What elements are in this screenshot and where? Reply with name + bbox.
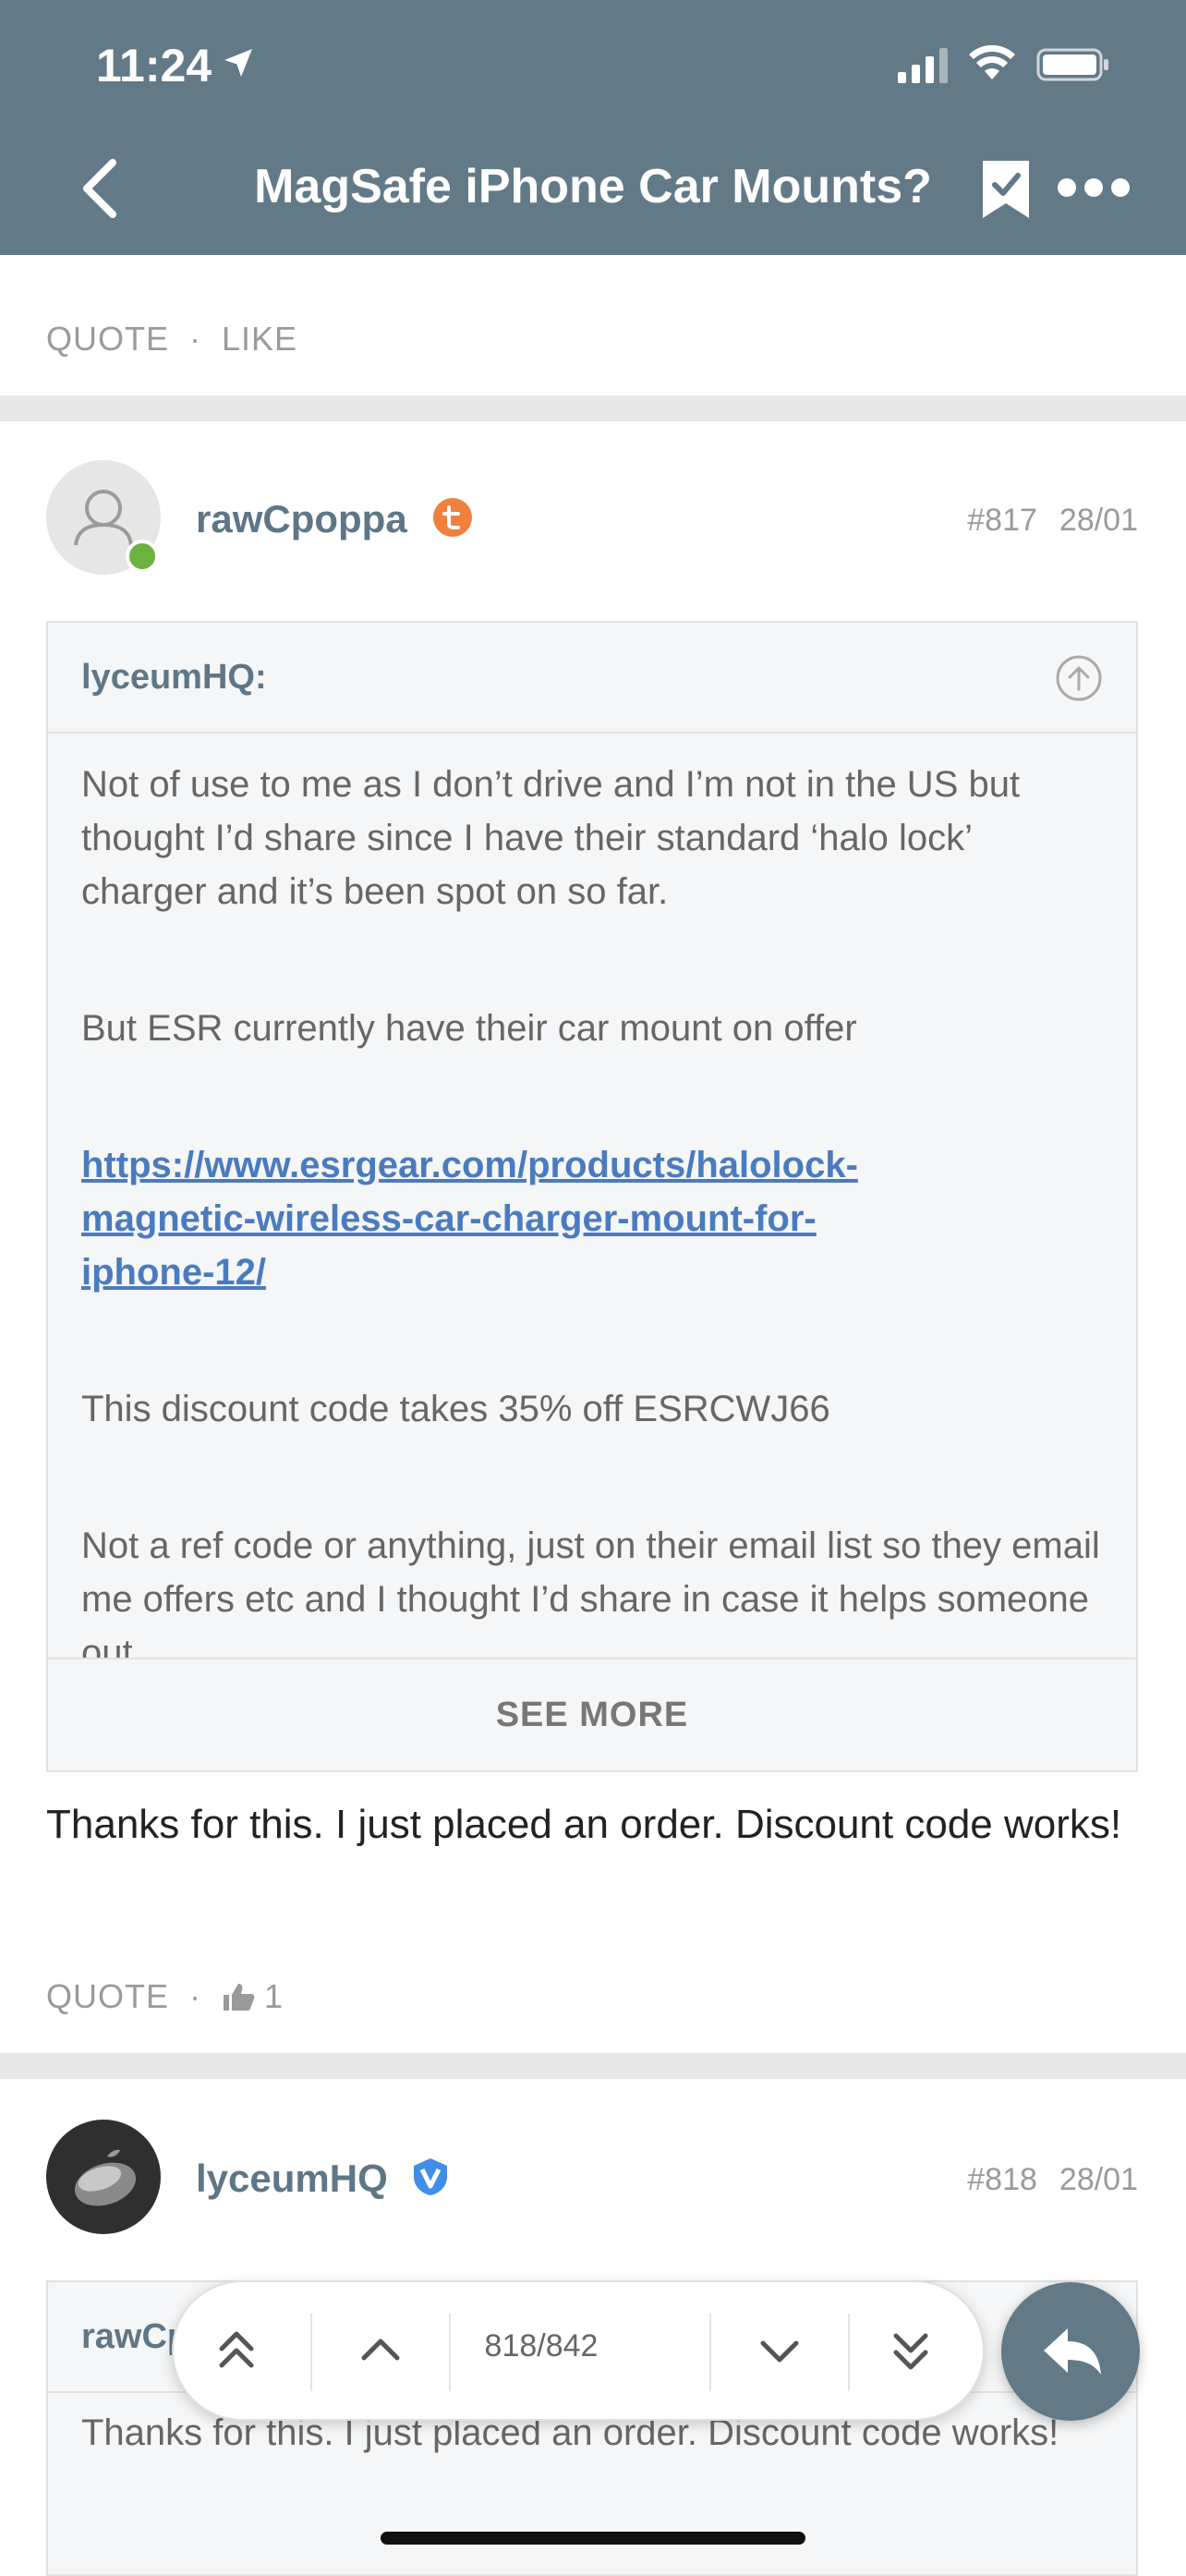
see-more-button[interactable]: SEE MORE [48,1658,1136,1770]
post-username[interactable]: rawCpoppa [196,497,407,541]
quote-paragraph: This discount code takes 35% off ESRCWJ6… [81,1389,830,1429]
post-date: 28/01 [1059,503,1138,538]
quote-paragraph: Not a ref code or anything, just on thei… [81,1525,1100,1658]
post-navigator: 818/842 [172,2280,985,2421]
separator: · [189,1977,202,2015]
quote-link[interactable]: https://www.esrgear.com/products/haloloc… [81,1138,1103,1299]
separator: · [189,320,202,358]
home-indicator [381,2532,805,2545]
battery-icon [1036,48,1108,81]
quote-body: Not of use to me as I don’t drive and I’… [48,734,1136,1658]
post-body: Thanks for this. I just placed an order.… [46,1802,1122,1847]
post-actions: QUOTE · 1 [46,1977,284,2016]
quote-header: lyceumHQ: [48,623,1136,734]
previous-post-icon[interactable] [312,2282,449,2419]
post-username[interactable]: lyceumHQ [196,2157,388,2201]
post-number[interactable]: #818 [967,2162,1037,2197]
post-meta: #817 28/01 [967,503,1138,539]
thumbs-up-icon[interactable] [222,1982,255,2011]
quote-author[interactable]: lyceumHQ: [81,658,267,698]
quote-paragraph: But ESR currently have their car mount o… [81,1008,857,1049]
verified-badge-icon [414,2158,447,2195]
jump-to-last-icon[interactable] [848,2282,985,2419]
post-divider [0,2053,1186,2079]
reply-button[interactable] [1001,2282,1140,2421]
post-position[interactable]: 818/842 [449,2328,634,2364]
apple-logo-icon [74,2149,137,2206]
post-actions: QUOTE · LIKE [46,320,297,358]
reply-arrow-icon [1044,2328,1101,2375]
status-time: 11:24 [96,40,212,91]
location-arrow-icon [224,49,252,77]
arrow-up-circle-icon[interactable] [1055,654,1103,702]
post-meta: #818 28/01 [967,2162,1138,2198]
post-number[interactable]: #817 [967,503,1037,538]
quote-block: lyceumHQ: Not of use to me as I don’t dr… [46,621,1138,1772]
like-button[interactable]: LIKE [222,320,297,358]
post-divider [0,395,1186,421]
bookmark-icon[interactable] [979,159,1033,220]
cellular-signal-icon [898,48,948,83]
wifi-icon [969,44,1015,79]
avatar[interactable] [46,2120,161,2234]
post-date: 28/01 [1059,2162,1138,2197]
quote-paragraph: Not of use to me as I don’t drive and I’… [81,764,1021,912]
online-status-dot [126,540,159,573]
top-bar: 11:24 MagSafe iPhone Car Mounts? [0,0,1186,255]
jump-to-first-icon[interactable] [174,2282,310,2419]
like-count: 1 [264,1977,284,2015]
quote-button[interactable]: QUOTE [46,320,169,358]
quote-button[interactable]: QUOTE [46,1977,169,2015]
trophy-badge-icon [433,498,472,537]
more-options-icon[interactable] [1057,177,1131,198]
next-post-icon[interactable] [711,2282,848,2419]
